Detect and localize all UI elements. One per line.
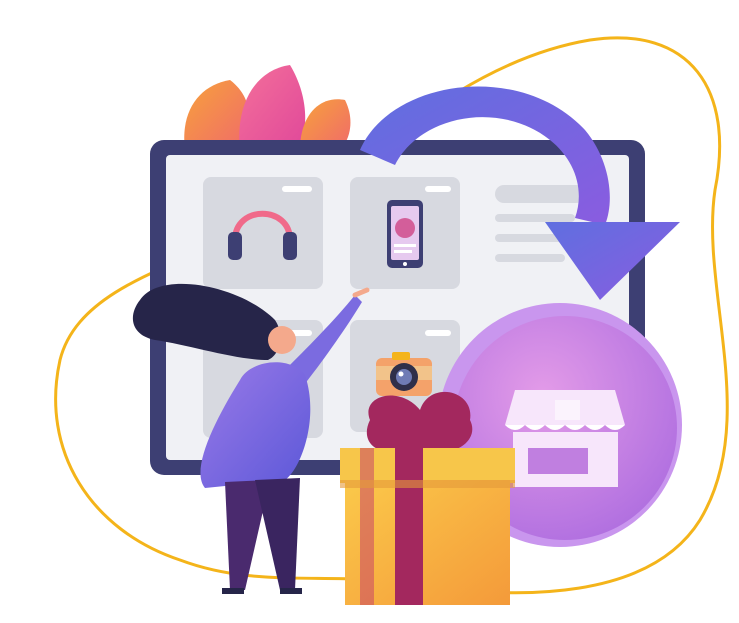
- camera-icon: [376, 352, 432, 396]
- smartphone-icon: [387, 200, 423, 268]
- product-card-smartphone[interactable]: [350, 177, 460, 289]
- product-card-headphones[interactable]: [203, 177, 323, 289]
- decorative-leaves: [184, 65, 351, 150]
- store-icon: [505, 390, 625, 487]
- ecommerce-illustration: [54, 36, 729, 605]
